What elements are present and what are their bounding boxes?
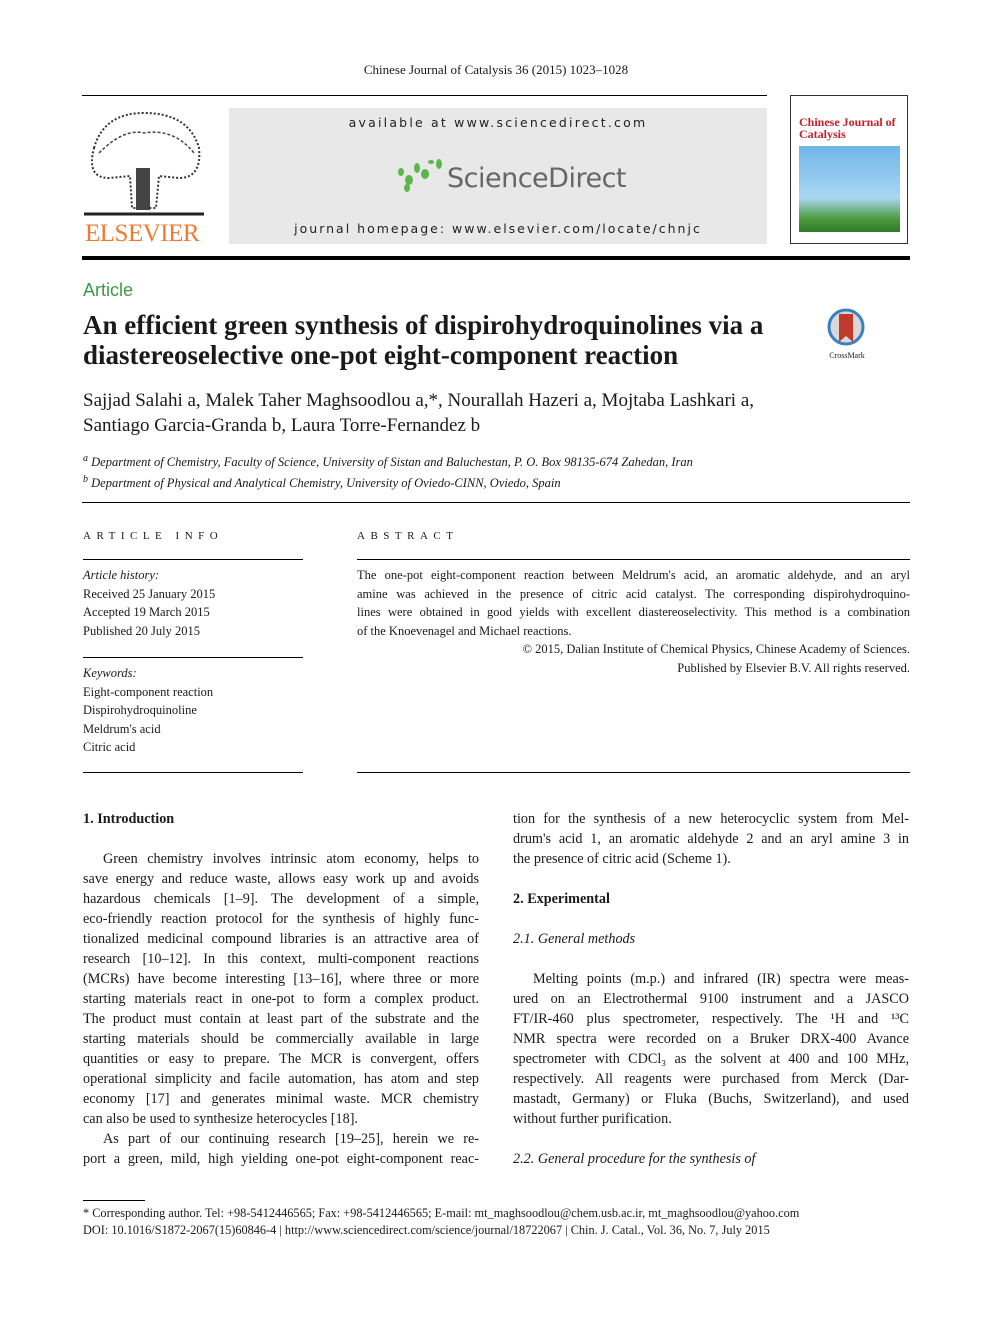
body-line: starting materials react in one-pot to f… <box>83 991 479 1007</box>
available-at-text[interactable]: available at www.sciencedirect.com <box>229 115 767 130</box>
keywords: Keywords: Eight-component reaction Dispi… <box>83 664 213 757</box>
body-right-column: tion for the synthesis of a new heterocy… <box>513 809 909 1169</box>
corresponding-author-note: * Corresponding author. Tel: +98-5412446… <box>83 1206 800 1220</box>
body-line: tionalized medicinal compound libraries … <box>83 931 479 947</box>
body-line: research [10–12]. In this context, multi… <box>83 951 479 967</box>
divider <box>357 559 910 560</box>
body-line <box>513 909 909 929</box>
abstract-line: amine was achieved in the presence of ci… <box>357 586 910 601</box>
keyword: Citric acid <box>83 740 136 754</box>
keyword: Eight-component reaction <box>83 684 214 699</box>
title-line-1: An efficient green synthesis of dispiroh… <box>83 310 764 340</box>
divider <box>82 502 910 503</box>
page: Chinese Journal of Catalysis 36 (2015) 1… <box>0 0 992 1323</box>
body-left-column: 1. Introduction Green chemistry involves … <box>83 809 479 1169</box>
title-line-2: diastereoselective one-pot eight-compone… <box>83 340 679 370</box>
copyright-line: Published by Elsevier B.V. All rights re… <box>677 660 910 675</box>
body-line: drum's acid 1, an aromatic aldehyde 2 an… <box>513 831 909 847</box>
divider <box>83 772 303 773</box>
body-line: hazardous chemicals [1–9]. The developme… <box>83 891 479 907</box>
affiliation-a: a Department of Chemistry, Faculty of Sc… <box>83 453 693 470</box>
body-line: without further purification. <box>513 1111 672 1127</box>
divider <box>83 657 303 658</box>
sciencedirect-leaves-icon <box>398 159 442 192</box>
body-line: spectrometer with CDCl₃ as the solvent a… <box>513 1051 909 1067</box>
body-line: Melting points (m.p.) and infrared (IR) … <box>533 971 909 987</box>
affiliation-b: b Department of Physical and Analytical … <box>83 474 561 491</box>
keyword: Dispirohydroquinoline <box>83 703 197 717</box>
copyright-line: © 2015, Dalian Institute of Chemical Phy… <box>522 642 910 656</box>
elsevier-tree-logo <box>84 108 204 218</box>
body-line: (MCRs) have become interesting [13–16], … <box>83 971 479 987</box>
journal-reference: Chinese Journal of Catalysis 36 (2015) 1… <box>363 62 629 77</box>
journal-homepage-link[interactable]: journal homepage: www.elsevier.com/locat… <box>229 221 767 236</box>
body-line: ured on an Electrothermal 9100 instrumen… <box>513 991 909 1007</box>
abstract-line: lines were obtained in good yields with … <box>357 605 910 619</box>
body-line <box>513 949 909 969</box>
top-rule <box>82 95 767 96</box>
body-line <box>83 829 479 849</box>
footnote-rule <box>83 1200 145 1201</box>
journal-cover: Chinese Journal of Catalysis <box>790 95 908 244</box>
affiliations: a Department of Chemistry, Faculty of Sc… <box>83 450 693 492</box>
section-heading: 2. Experimental <box>513 891 610 907</box>
elsevier-logo-text: ELSEVIER <box>85 220 200 247</box>
abstract-line: The one-pot eight-component reaction bet… <box>357 568 910 582</box>
section-heading: 1. Introduction <box>83 811 175 827</box>
sciencedirect-banner: available at www.sciencedirect.com Scien… <box>229 108 767 244</box>
abstract-heading: ABSTRACT <box>357 530 459 542</box>
section-heading: 2.1. General methods <box>513 931 636 947</box>
abstract-text: The one-pot eight-component reaction bet… <box>357 566 910 677</box>
section-heading: 2.2. General procedure for the synthesis… <box>513 1151 756 1167</box>
article-info-heading: ARTICLE INFO <box>83 530 224 542</box>
body-line <box>513 869 909 889</box>
divider <box>357 772 910 773</box>
body-line: mastadt, Germany) or Fluka (Buchs, Switz… <box>513 1091 909 1107</box>
footnote: * Corresponding author. Tel: +98-5412446… <box>83 1205 799 1239</box>
affiliation-b-text: Department of Physical and Analytical Ch… <box>91 476 561 491</box>
authors-line-2: Santiago Garcia-Granda b, Laura Torre-Fe… <box>83 415 481 436</box>
body-line: economy [17] and generates minimal waste… <box>83 1091 479 1107</box>
body-line: tion for the synthesis of a new heterocy… <box>513 811 909 827</box>
authors-line-1: Sajjad Salahi a, Malek Taher Maghsoodlou… <box>83 390 755 411</box>
header-thick-rule <box>82 256 910 260</box>
crossmark-icon <box>827 308 865 346</box>
article-type: Article <box>83 280 134 300</box>
sciencedirect-logo: ScienceDirect <box>447 163 627 194</box>
authors: Sajjad Salahi a, Malek Taher Maghsoodlou… <box>83 388 754 438</box>
body-line: Green chemistry involves intrinsic atom … <box>103 851 479 867</box>
keyword: Meldrum's acid <box>83 721 161 736</box>
divider <box>83 559 303 560</box>
keywords-label: Keywords: <box>83 666 137 680</box>
body-line: the presence of citric acid (Scheme 1). <box>513 851 731 867</box>
history-label: Article history: <box>83 568 160 582</box>
body-line: eco-friendly reaction protocol for the s… <box>83 911 479 927</box>
article-history: Article history: Received 25 January 201… <box>83 566 215 640</box>
body-line: operational simplicity and facile automa… <box>83 1071 479 1087</box>
body-line: The product must contain at least part o… <box>83 1011 479 1027</box>
history-published: Published 20 July 2015 <box>83 623 201 638</box>
body-line: As part of our continuing research [19–2… <box>103 1131 479 1147</box>
body-line: quantities or easy to prepare. The MCR i… <box>83 1051 479 1067</box>
cover-image <box>799 146 900 232</box>
body-line: save energy and reduce waste, allows eas… <box>83 871 479 887</box>
body-line: starting materials should be commerciall… <box>83 1031 479 1047</box>
article-title: An efficient green synthesis of dispiroh… <box>83 310 823 370</box>
abstract-line: of the Knoevenagel and Michael reactions… <box>357 623 572 638</box>
affiliation-a-text: Department of Chemistry, Faculty of Scie… <box>91 455 693 470</box>
body-line: port a green, mild, high yielding one-po… <box>83 1151 479 1167</box>
body-line <box>513 1129 909 1149</box>
body-line: NMR spectra were recorded on a Bruker DR… <box>513 1031 909 1047</box>
history-received: Received 25 January 2015 <box>83 586 216 601</box>
crossmark-badge[interactable]: CrossMark <box>824 308 870 360</box>
body-line: respectively. All reagents were purchase… <box>513 1071 909 1087</box>
doi-line[interactable]: DOI: 10.1016/S1872-2067(15)60846-4 | htt… <box>83 1222 799 1239</box>
cover-title: Chinese Journal of Catalysis <box>799 115 896 141</box>
body-line: FT/IR-460 plus spectrometer, respectivel… <box>513 1011 909 1027</box>
history-accepted: Accepted 19 March 2015 <box>83 605 210 619</box>
crossmark-label: CrossMark <box>829 351 865 360</box>
body-line: can also be used to synthesize heterocyc… <box>83 1111 358 1127</box>
